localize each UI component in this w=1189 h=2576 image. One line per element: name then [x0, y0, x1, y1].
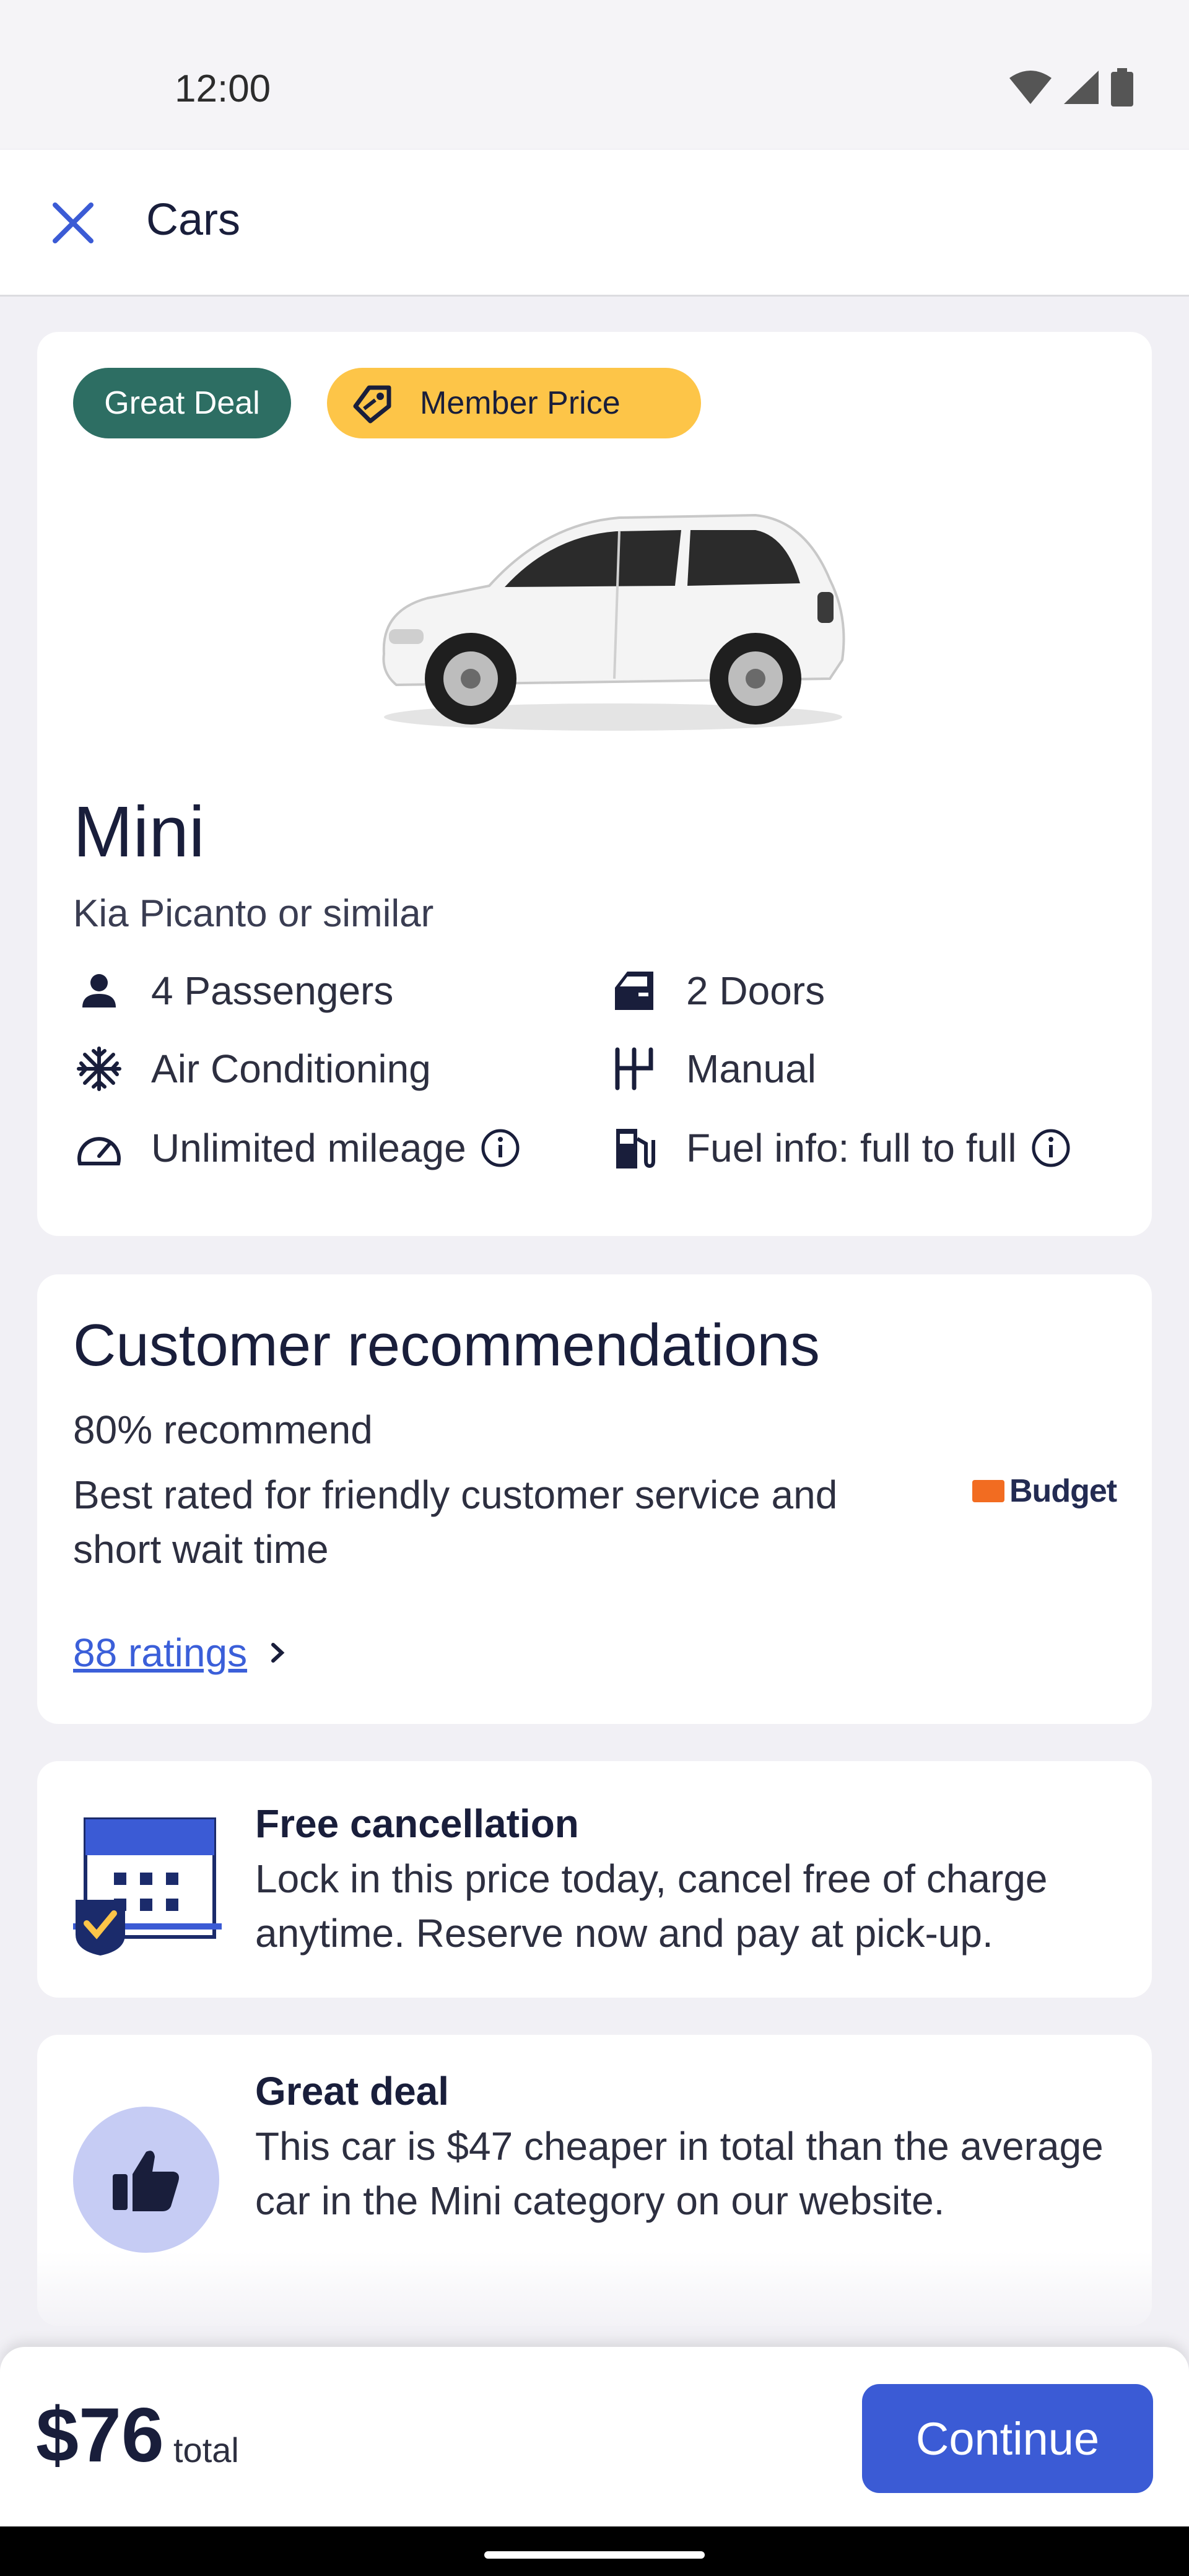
- feature-doors: 2 Doors: [608, 965, 825, 1017]
- feature-fuel: Fuel info: full to full: [608, 1122, 1071, 1174]
- member-price-badge: Member Price: [327, 368, 701, 438]
- member-price-label: Member Price: [420, 385, 621, 421]
- total-label: total: [173, 2430, 239, 2469]
- system-nav-bar: [0, 2526, 1189, 2576]
- status-icons: [1008, 68, 1135, 107]
- budget-logo-text: Budget: [1009, 1473, 1117, 1509]
- close-button[interactable]: [43, 193, 103, 253]
- checkout-bar: $76 total Continue: [0, 2347, 1189, 2526]
- snowflake-icon: [73, 1043, 125, 1095]
- budget-logo-mark: [972, 1480, 1004, 1502]
- recommendations-title: Customer recommendations: [73, 1312, 820, 1378]
- feature-label: 2 Doors: [686, 968, 825, 1013]
- wifi-icon: [1009, 71, 1052, 104]
- top-app-bar: Cars: [0, 150, 1189, 297]
- budget-logo: Budget: [972, 1473, 1117, 1510]
- feature-passengers: 4 Passengers: [73, 965, 393, 1017]
- feature-label: Fuel info: full to full: [686, 1126, 1017, 1170]
- feature-label: 4 Passengers: [151, 968, 394, 1013]
- person-icon: [73, 965, 125, 1017]
- cell-signal-icon: [1064, 71, 1099, 104]
- close-icon: [53, 202, 94, 243]
- feature-mileage: Unlimited mileage: [73, 1122, 521, 1174]
- status-bar: 12:00: [0, 0, 1189, 149]
- free-cancellation-card: Free cancellation Lock in this price tod…: [37, 1761, 1152, 1998]
- ratings-link[interactable]: 88 ratings: [73, 1630, 293, 1676]
- great-deal-title: Great deal: [255, 2069, 450, 2113]
- total-price: $76: [36, 2393, 164, 2478]
- recommend-percent: 80% recommend: [73, 1408, 373, 1452]
- car-image: [382, 513, 845, 731]
- great-deal-card: Great deal This car is $47 cheaper in to…: [37, 2035, 1152, 2326]
- gearshift-icon: [608, 1043, 660, 1095]
- chevron-right-icon: [271, 1643, 285, 1663]
- speedometer-icon: [73, 1122, 125, 1174]
- customer-recommendations-card: Customer recommendations 80% recommend B…: [37, 1274, 1152, 1724]
- free-cancellation-title: Free cancellation: [255, 1801, 579, 1846]
- free-cancellation-text: Lock in this price today, cancel free of…: [255, 1856, 1048, 1956]
- great-deal-badge: Great Deal: [73, 368, 291, 438]
- feature-label: Unlimited mileage: [151, 1126, 466, 1170]
- great-deal-text: This car is $47 cheaper in total than th…: [255, 2124, 1104, 2223]
- car-details-card: Great Deal Member Price Mini Kia Picanto…: [37, 332, 1152, 1236]
- page-title: Cars: [146, 195, 241, 245]
- recommend-description: Best rated for friendly customer service…: [73, 1473, 838, 1572]
- car-door-icon: [608, 965, 660, 1017]
- fuel-pump-icon: [608, 1122, 660, 1174]
- feature-label: Air Conditioning: [151, 1046, 431, 1091]
- status-time: 12:00: [175, 67, 271, 110]
- battery-icon: [1111, 68, 1133, 107]
- feature-label: Manual: [686, 1046, 816, 1091]
- price-tag-icon: [353, 385, 391, 424]
- thumbs-up-icon: [113, 2151, 179, 2211]
- calendar-check-icon: [73, 1817, 222, 1956]
- continue-button[interactable]: Continue: [862, 2384, 1153, 2493]
- feature-air-conditioning: Air Conditioning: [73, 1043, 431, 1095]
- feature-transmission: Manual: [608, 1043, 816, 1095]
- car-model-subtitle: Kia Picanto or similar: [73, 892, 434, 935]
- info-icon[interactable]: [480, 1128, 521, 1168]
- thumbs-up-badge: [73, 2107, 219, 2253]
- home-gesture-handle[interactable]: [484, 2551, 705, 2559]
- ratings-link-label: 88 ratings: [73, 1630, 248, 1675]
- info-icon[interactable]: [1030, 1128, 1071, 1168]
- car-category-title: Mini: [73, 791, 205, 872]
